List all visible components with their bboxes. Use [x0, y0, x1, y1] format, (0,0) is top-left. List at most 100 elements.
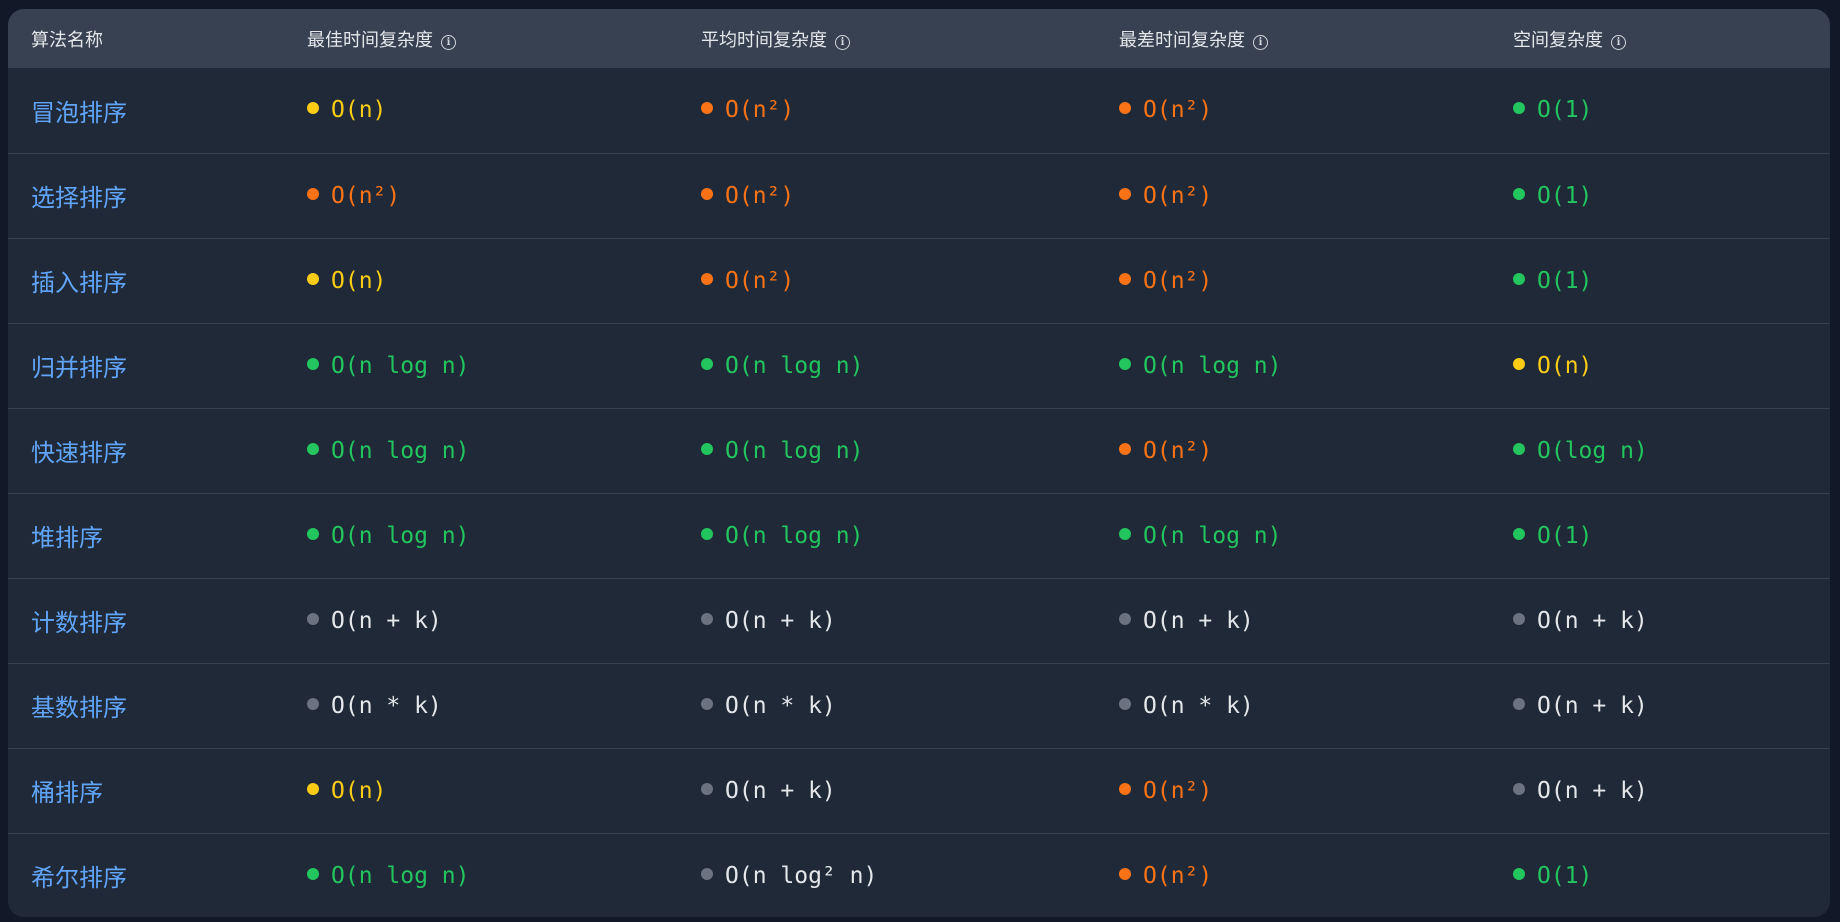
status-dot-icon: [1119, 187, 1131, 200]
complexity-cell: O(n log n): [678, 323, 1096, 408]
complexity-cell: O(n + k): [1490, 663, 1830, 748]
complexity-value: O(n + k): [331, 607, 442, 634]
status-dot-icon: [1119, 867, 1131, 880]
complexity-cell: O(n * k): [284, 663, 678, 748]
status-dot-icon: [1513, 102, 1525, 115]
header-label: 最差时间复杂度: [1119, 29, 1245, 51]
table-row: 插入排序 O(n) O(n²) O(n²) O(1): [8, 238, 1830, 323]
status-dot-icon: [307, 102, 319, 115]
complexity-value: O(n * k): [1143, 692, 1254, 719]
complexity-cell: O(n log n): [284, 833, 678, 917]
status-dot-icon: [701, 867, 713, 880]
status-dot-icon: [1513, 187, 1525, 200]
algorithm-name-link[interactable]: 计数排序: [8, 578, 284, 663]
status-dot-icon: [701, 442, 713, 455]
complexity-cell: O(n): [284, 68, 678, 153]
complexity-cell: O(n log n): [284, 408, 678, 493]
table-body: 冒泡排序 O(n) O(n²) O(n²) O(1) 选择排序 O(n²) O(n²) O(n²…: [8, 68, 1830, 917]
complexity-value: O(n²): [725, 267, 795, 294]
info-icon[interactable]: i: [835, 34, 850, 50]
status-dot-icon: [1119, 527, 1131, 540]
status-dot-icon: [307, 357, 319, 370]
algorithm-name-link[interactable]: 选择排序: [8, 153, 284, 238]
complexity-cell: O(n): [284, 748, 678, 833]
complexity-value: O(n log n): [725, 437, 864, 464]
complexity-cell: O(n²): [678, 68, 1096, 153]
complexity-cell: O(n + k): [284, 578, 678, 663]
complexity-cell: O(n²): [678, 153, 1096, 238]
complexity-cell: O(n log n): [284, 493, 678, 578]
complexity-cell: O(1): [1490, 493, 1830, 578]
complexity-cell: O(n²): [284, 153, 678, 238]
status-dot-icon: [701, 272, 713, 285]
algorithm-name-link[interactable]: 快速排序: [8, 408, 284, 493]
status-dot-icon: [1513, 527, 1525, 540]
complexity-cell: O(1): [1490, 153, 1830, 238]
status-dot-icon: [307, 187, 319, 200]
header-algorithm-name: 算法名称: [8, 9, 284, 68]
status-dot-icon: [307, 272, 319, 285]
header-best-time: 最佳时间复杂度 i: [284, 9, 678, 68]
header-average-time: 平均时间复杂度 i: [678, 9, 1096, 68]
algorithm-name-link[interactable]: 冒泡排序: [8, 68, 284, 153]
complexity-cell: O(n²): [1096, 748, 1490, 833]
complexity-cell: O(n * k): [1096, 663, 1490, 748]
header-row: 算法名称 最佳时间复杂度 i 平均时间复杂度 i 最差时间复杂度 i 空间复杂度 i: [8, 9, 1830, 68]
complexity-cell: O(n log n): [284, 323, 678, 408]
complexity-value: O(n + k): [1143, 607, 1254, 634]
complexity-value: O(n log n): [725, 522, 864, 549]
complexity-cell: O(n + k): [1096, 578, 1490, 663]
status-dot-icon: [701, 357, 713, 370]
status-dot-icon: [307, 442, 319, 455]
complexity-cell: O(log n): [1490, 408, 1830, 493]
complexity-value: O(n²): [331, 182, 401, 209]
info-icon[interactable]: i: [1611, 34, 1626, 50]
status-dot-icon: [1513, 697, 1525, 710]
algorithm-name-link[interactable]: 插入排序: [8, 238, 284, 323]
info-icon[interactable]: i: [1253, 34, 1268, 50]
status-dot-icon: [1119, 357, 1131, 370]
complexity-value: O(n + k): [725, 777, 836, 804]
complexity-value: O(n log n): [331, 522, 470, 549]
complexity-value: O(n²): [1143, 862, 1213, 889]
complexity-value: O(1): [1537, 267, 1593, 294]
complexity-value: O(n log n): [331, 862, 470, 889]
algorithm-name-link[interactable]: 希尔排序: [8, 833, 284, 917]
status-dot-icon: [701, 187, 713, 200]
header-label: 最佳时间复杂度: [307, 29, 433, 51]
complexity-value: O(1): [1537, 522, 1593, 549]
status-dot-icon: [701, 782, 713, 795]
status-dot-icon: [1513, 272, 1525, 285]
header-worst-time: 最差时间复杂度 i: [1096, 9, 1490, 68]
complexity-cell: O(n log n): [678, 408, 1096, 493]
status-dot-icon: [701, 697, 713, 710]
complexity-value: O(n + k): [1537, 692, 1648, 719]
complexity-value: O(n log n): [725, 352, 864, 379]
complexity-cell: O(1): [1490, 68, 1830, 153]
algorithm-name-link[interactable]: 桶排序: [8, 748, 284, 833]
complexity-cell: O(n + k): [678, 748, 1096, 833]
complexity-cell: O(n²): [1096, 833, 1490, 917]
info-icon[interactable]: i: [441, 34, 456, 50]
complexity-value: O(n): [331, 267, 387, 294]
header-label: 算法名称: [31, 29, 103, 51]
complexity-value: O(n log n): [331, 437, 470, 464]
complexity-value: O(n + k): [1537, 777, 1648, 804]
complexity-value: O(n): [331, 777, 387, 804]
complexity-value: O(n log² n): [725, 862, 878, 889]
complexity-value: O(n²): [1143, 437, 1213, 464]
complexity-value: O(n * k): [331, 692, 442, 719]
complexity-cell: O(1): [1490, 833, 1830, 917]
complexity-cell: O(n²): [1096, 153, 1490, 238]
complexity-cell: O(n): [1490, 323, 1830, 408]
complexity-value: O(n²): [1143, 777, 1213, 804]
status-dot-icon: [1513, 867, 1525, 880]
status-dot-icon: [307, 697, 319, 710]
status-dot-icon: [1513, 442, 1525, 455]
algorithm-name-link[interactable]: 归并排序: [8, 323, 284, 408]
status-dot-icon: [307, 612, 319, 625]
algorithm-name-link[interactable]: 基数排序: [8, 663, 284, 748]
algorithm-name-link[interactable]: 堆排序: [8, 493, 284, 578]
complexity-value: O(n²): [1143, 182, 1213, 209]
table-header: 算法名称 最佳时间复杂度 i 平均时间复杂度 i 最差时间复杂度 i 空间复杂度 i: [8, 9, 1830, 68]
